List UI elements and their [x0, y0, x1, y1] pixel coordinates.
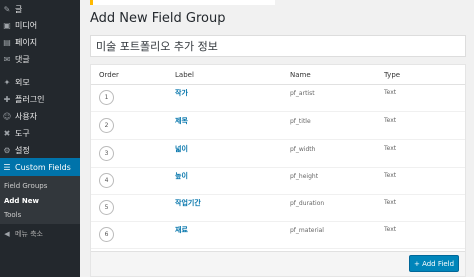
sidebar-item-label: 미디어: [15, 20, 38, 30]
sidebar-item-label: 도구: [15, 128, 30, 138]
page-icon: ▤: [3, 37, 11, 47]
admin-notice: [90, 0, 275, 5]
sidebar-item-appearance[interactable]: ✦ 외모: [0, 73, 80, 91]
field-type: Text: [384, 199, 397, 206]
custom-fields-submenu: Field Groups Add New Tools: [0, 176, 80, 224]
field-group-title-input[interactable]: [90, 35, 466, 57]
column-header-label: Label: [175, 71, 194, 79]
field-order-handle[interactable]: 6: [99, 227, 114, 242]
sidebar-item-media[interactable]: ▣ 미디어: [0, 16, 80, 34]
field-row: 3 넓이 pf_width Text: [91, 140, 465, 168]
field-order-handle[interactable]: 5: [99, 200, 114, 215]
custom-fields-icon: ☰: [3, 162, 11, 172]
field-name: pf_duration: [290, 200, 325, 207]
sidebar-item-label: Custom Fields: [15, 162, 71, 172]
fields-footer: + Add Field: [91, 251, 465, 276]
collapse-icon: ◀: [4, 230, 10, 238]
field-order-handle[interactable]: 3: [99, 146, 114, 161]
field-type: Text: [384, 145, 397, 152]
sidebar-item-comments[interactable]: ✉ 댓글: [0, 50, 80, 68]
submenu-add-new[interactable]: Add New: [4, 197, 39, 205]
settings-icon: ⚙: [3, 145, 11, 155]
field-label-link[interactable]: 재료: [175, 225, 188, 235]
field-label-link[interactable]: 제목: [175, 116, 188, 126]
sidebar-item-label: 페이지: [15, 37, 38, 47]
collapse-menu-label: 메뉴 축소: [15, 230, 43, 238]
sidebar-item-custom-fields[interactable]: ☰ Custom Fields: [0, 158, 80, 176]
sidebar-item-label: 사용자: [15, 111, 38, 121]
column-header-type: Type: [384, 71, 401, 79]
sidebar-item-label: 댓글: [15, 54, 30, 64]
field-type: Text: [384, 226, 397, 233]
fields-table-header: Order Label Name Type: [91, 65, 465, 85]
field-label-link[interactable]: 높이: [175, 171, 188, 181]
media-icon: ▣: [3, 20, 11, 30]
column-header-order: Order: [99, 71, 119, 79]
sidebar-item-label: 글: [15, 4, 23, 14]
comment-icon: ✉: [3, 54, 11, 64]
plugin-icon: ✚: [3, 94, 11, 104]
field-name: pf_material: [290, 227, 324, 234]
add-field-button[interactable]: + Add Field: [409, 255, 459, 272]
field-order-handle[interactable]: 1: [99, 90, 114, 105]
field-type: Text: [384, 172, 397, 179]
field-type: Text: [384, 89, 397, 96]
users-icon: ☺: [2, 111, 12, 121]
field-order-handle[interactable]: 4: [99, 173, 114, 188]
column-header-name: Name: [290, 71, 311, 79]
sidebar-item-tools[interactable]: ✖ 도구: [0, 124, 80, 142]
field-label-link[interactable]: 작업기간: [175, 198, 201, 208]
fields-box: Order Label Name Type 1 작가 pf_artist Tex…: [90, 64, 466, 277]
field-row: 5 작업기간 pf_duration Text: [91, 194, 465, 222]
sidebar-item-pages[interactable]: ▤ 페이지: [0, 33, 80, 51]
field-row: 4 높이 pf_height Text: [91, 167, 465, 195]
sidebar-item-label: 설정: [15, 145, 30, 155]
field-label-link[interactable]: 작가: [175, 88, 188, 98]
appearance-icon: ✦: [3, 77, 11, 87]
page-title: Add New Field Group: [90, 11, 226, 26]
tools-icon: ✖: [3, 128, 11, 138]
submenu-field-groups[interactable]: Field Groups: [4, 182, 47, 190]
submenu-tools[interactable]: Tools: [4, 211, 21, 219]
pin-icon: ✎: [3, 4, 11, 14]
sidebar-item-plugins[interactable]: ✚ 플러그인: [0, 90, 80, 108]
sidebar-item-settings[interactable]: ⚙ 설정: [0, 141, 80, 159]
field-name: pf_height: [290, 173, 319, 180]
field-label-link[interactable]: 넓이: [175, 144, 188, 154]
field-name: pf_title: [290, 118, 311, 125]
admin-sidebar: ✎ 글 ▣ 미디어 ▤ 페이지 ✉ 댓글 ✦ 외모 ✚ 플러그인 ☺ 사용자 ✖…: [0, 0, 80, 277]
field-row: 1 작가 pf_artist Text: [91, 84, 465, 112]
collapse-menu-button[interactable]: ◀ 메뉴 축소: [0, 226, 80, 242]
sidebar-item-label: 외모: [15, 77, 30, 87]
sidebar-item-label: 플러그인: [15, 94, 45, 104]
field-row: 2 제목 pf_title Text: [91, 112, 465, 140]
field-name: pf_width: [290, 146, 316, 153]
field-name: pf_artist: [290, 90, 315, 97]
field-row: 6 재료 pf_material Text: [91, 221, 465, 249]
sidebar-item-users[interactable]: ☺ 사용자: [0, 107, 80, 125]
field-order-handle[interactable]: 2: [99, 118, 114, 133]
field-type: Text: [384, 117, 397, 124]
